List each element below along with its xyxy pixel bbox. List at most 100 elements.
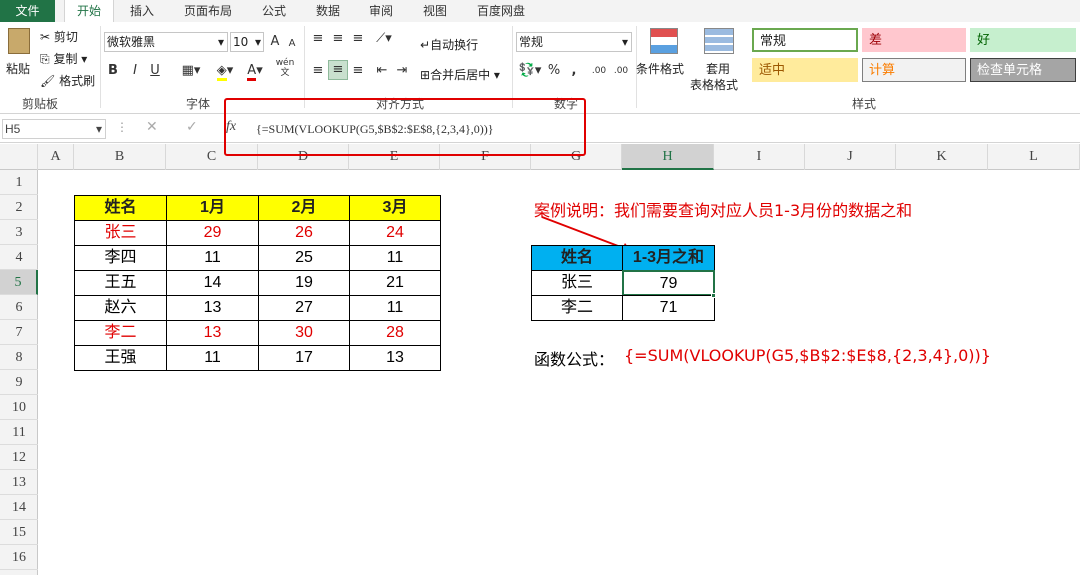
cell-style-5[interactable]: 检查单元格 bbox=[970, 58, 1076, 82]
row-header-8[interactable]: 8 bbox=[0, 345, 38, 370]
fill-handle[interactable] bbox=[711, 293, 716, 298]
table-value-cell[interactable]: 11 bbox=[166, 345, 259, 371]
phonetic-button[interactable]: wén 文 bbox=[274, 58, 296, 78]
conditional-format-button[interactable]: 条件格式 bbox=[636, 60, 684, 77]
shrink-font-button[interactable]: A bbox=[286, 35, 298, 53]
font-color-button[interactable]: A▾ bbox=[242, 62, 268, 81]
selected-cell[interactable]: 79 bbox=[622, 270, 715, 296]
row-header-13[interactable]: 13 bbox=[0, 470, 38, 495]
row-header-5[interactable]: 5 bbox=[0, 270, 38, 295]
row-header-15[interactable]: 15 bbox=[0, 520, 38, 545]
table-header-cell[interactable]: 3月 bbox=[349, 195, 441, 221]
result-cell[interactable]: 李二 bbox=[531, 295, 623, 321]
result-cell[interactable]: 71 bbox=[622, 295, 715, 321]
orientation-icon[interactable]: ⟋▾ bbox=[372, 30, 396, 48]
tab-home[interactable]: 开始 bbox=[64, 0, 114, 22]
underline-button[interactable]: U bbox=[146, 62, 164, 80]
row-header-1[interactable]: 1 bbox=[0, 170, 38, 195]
tab-page-layout[interactable]: 页面布局 bbox=[176, 0, 240, 22]
table-value-cell[interactable]: 11 bbox=[349, 295, 441, 321]
tab-baidu[interactable]: 百度网盘 bbox=[468, 0, 534, 22]
table-header-cell[interactable]: 2月 bbox=[258, 195, 350, 221]
increase-indent-icon[interactable]: ⇥ bbox=[394, 62, 410, 80]
table-value-cell[interactable]: 11 bbox=[166, 245, 259, 271]
tab-data[interactable]: 数据 bbox=[308, 0, 348, 22]
align-center-icon[interactable]: ≡ bbox=[328, 60, 348, 80]
row-header-3[interactable]: 3 bbox=[0, 220, 38, 245]
tab-view[interactable]: 视图 bbox=[415, 0, 455, 22]
table-name-cell[interactable]: 李二 bbox=[74, 320, 167, 346]
merge-center-button[interactable]: ⊞合并后居中 ▾ bbox=[420, 66, 500, 83]
tab-formulas[interactable]: 公式 bbox=[254, 0, 294, 22]
table-header-cell[interactable]: 1月 bbox=[166, 195, 259, 221]
tab-review[interactable]: 审阅 bbox=[361, 0, 401, 22]
cell-style-1[interactable]: 差 bbox=[862, 28, 966, 52]
italic-button[interactable]: I bbox=[128, 62, 142, 80]
select-all-corner[interactable] bbox=[0, 144, 38, 170]
border-button[interactable]: ▦▾ bbox=[178, 62, 204, 80]
table-value-cell[interactable]: 17 bbox=[258, 345, 350, 371]
row-header-4[interactable]: 4 bbox=[0, 245, 38, 270]
table-format-label-2[interactable]: 表格格式 bbox=[690, 76, 738, 93]
table-format-label-1[interactable]: 套用 bbox=[706, 60, 730, 77]
decrease-indent-icon[interactable]: ⇤ bbox=[374, 62, 390, 80]
row-header-10[interactable]: 10 bbox=[0, 395, 38, 420]
table-header-cell[interactable]: 姓名 bbox=[74, 195, 167, 221]
comma-button[interactable]: , bbox=[568, 62, 580, 80]
table-value-cell[interactable]: 14 bbox=[166, 270, 259, 296]
row-header-9[interactable]: 9 bbox=[0, 370, 38, 395]
table-name-cell[interactable]: 李四 bbox=[74, 245, 167, 271]
result-header-cell[interactable]: 1-3月之和 bbox=[622, 245, 715, 271]
table-value-cell[interactable]: 13 bbox=[166, 320, 259, 346]
row-header-14[interactable]: 14 bbox=[0, 495, 38, 520]
table-name-cell[interactable]: 王五 bbox=[74, 270, 167, 296]
align-left-icon[interactable]: ≡ bbox=[310, 62, 326, 80]
cell-style-0[interactable]: 常规 bbox=[752, 28, 858, 52]
table-value-cell[interactable]: 25 bbox=[258, 245, 350, 271]
cut-button[interactable]: ✂ 剪切 bbox=[40, 28, 78, 45]
row-header-16[interactable]: 16 bbox=[0, 545, 38, 570]
table-name-cell[interactable]: 赵六 bbox=[74, 295, 167, 321]
decrease-decimal-button[interactable]: .00 bbox=[612, 62, 630, 80]
paste-button[interactable]: 粘贴 bbox=[6, 60, 30, 77]
row-header-12[interactable]: 12 bbox=[0, 445, 38, 470]
align-bottom-icon[interactable]: ≡ bbox=[350, 30, 366, 48]
table-value-cell[interactable]: 30 bbox=[258, 320, 350, 346]
font-size-select[interactable]: 10 ▾ bbox=[230, 32, 264, 52]
row-header-7[interactable]: 7 bbox=[0, 320, 38, 345]
column-header-h[interactable]: H bbox=[622, 144, 714, 170]
grow-font-button[interactable]: A bbox=[268, 33, 282, 51]
cell-style-4[interactable]: 计算 bbox=[862, 58, 966, 82]
table-value-cell[interactable]: 19 bbox=[258, 270, 350, 296]
table-value-cell[interactable]: 11 bbox=[349, 245, 441, 271]
tab-insert[interactable]: 插入 bbox=[122, 0, 162, 22]
table-value-cell[interactable]: 28 bbox=[349, 320, 441, 346]
table-value-cell[interactable]: 21 bbox=[349, 270, 441, 296]
enter-icon[interactable]: ✓ bbox=[186, 119, 198, 135]
column-header-l[interactable]: L bbox=[988, 144, 1080, 170]
table-value-cell[interactable]: 13 bbox=[349, 345, 441, 371]
result-cell[interactable]: 张三 bbox=[531, 270, 623, 296]
align-top-icon[interactable]: ≡ bbox=[310, 30, 326, 48]
table-value-cell[interactable]: 26 bbox=[258, 220, 350, 246]
table-value-cell[interactable]: 27 bbox=[258, 295, 350, 321]
table-value-cell[interactable]: 13 bbox=[166, 295, 259, 321]
currency-button[interactable]: 💱▾ bbox=[518, 62, 542, 80]
table-name-cell[interactable]: 王强 bbox=[74, 345, 167, 371]
table-value-cell[interactable]: 29 bbox=[166, 220, 259, 246]
column-header-k[interactable]: K bbox=[896, 144, 988, 170]
tab-file[interactable]: 文件 bbox=[0, 0, 55, 22]
row-header-11[interactable]: 11 bbox=[0, 420, 38, 445]
wrap-text-button[interactable]: ↵自动换行 bbox=[420, 36, 478, 53]
fill-color-button[interactable]: ◈▾ bbox=[212, 62, 238, 81]
format-painter-button[interactable]: 🖌 格式刷 bbox=[40, 72, 95, 89]
increase-decimal-button[interactable]: .00 bbox=[590, 62, 608, 80]
column-header-j[interactable]: J bbox=[805, 144, 896, 170]
font-name-select[interactable]: 微软雅黑 ▾ bbox=[104, 32, 228, 52]
column-header-a[interactable]: A bbox=[38, 144, 74, 170]
cancel-icon[interactable]: ✕ bbox=[146, 119, 158, 135]
result-header-cell[interactable]: 姓名 bbox=[531, 245, 623, 271]
table-name-cell[interactable]: 张三 bbox=[74, 220, 167, 246]
bold-button[interactable]: B bbox=[106, 62, 120, 80]
percent-button[interactable]: % bbox=[546, 62, 562, 80]
